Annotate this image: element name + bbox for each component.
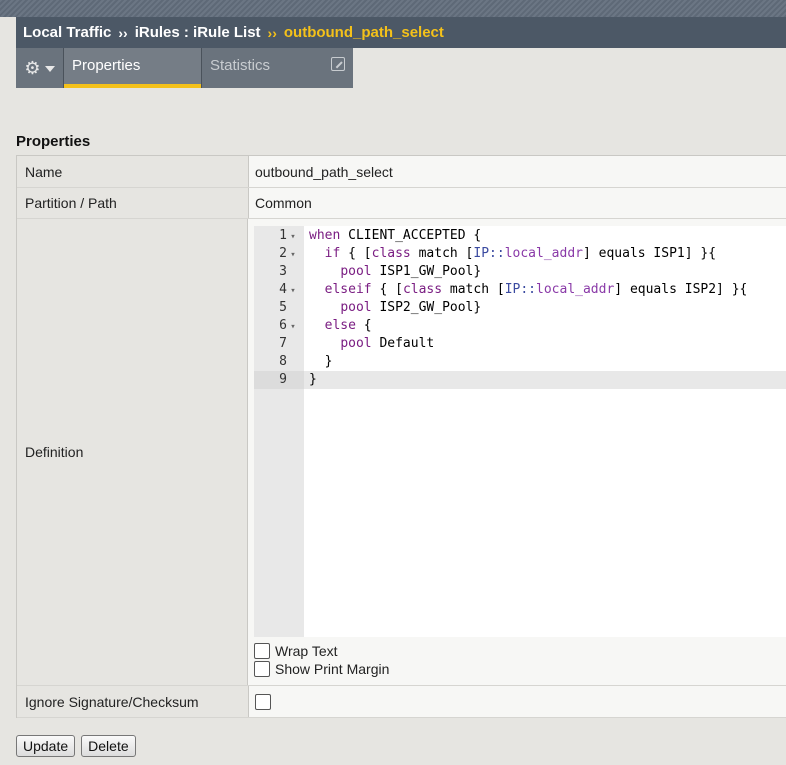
line-number: 7: [279, 336, 287, 351]
properties-table: Name outbound_path_select Partition / Pa…: [16, 155, 786, 718]
wrap-text-label: Wrap Text: [275, 643, 338, 659]
tab-statistics-label: Statistics: [210, 57, 271, 74]
tab-properties-label: Properties: [72, 57, 141, 74]
code-line[interactable]: pool ISP2_GW_Pool}: [304, 299, 786, 317]
update-button[interactable]: Update: [16, 735, 76, 757]
code-line[interactable]: when CLIENT_ACCEPTED {: [304, 227, 786, 245]
breadcrumb-separator: ››: [118, 24, 128, 41]
partition-label: Partition / Path: [17, 188, 249, 218]
code-editor[interactable]: 1 ▾ 2 ▾ 3 4 ▾ 5 6 ▾ 7 8 9 when CLIENT_ACCEPTED { if …: [254, 226, 786, 637]
table-row: Partition / Path Common: [17, 188, 786, 219]
code-line[interactable]: pool Default: [304, 335, 786, 353]
action-buttons: Update Delete: [16, 735, 136, 757]
line-number: 5: [279, 300, 287, 315]
name-label: Name: [17, 156, 249, 187]
fold-toggle-icon[interactable]: ▾: [288, 246, 298, 264]
chevron-down-icon: [44, 66, 55, 72]
fold-toggle-icon[interactable]: ▾: [288, 228, 298, 246]
definition-label: Definition: [17, 219, 248, 685]
table-row: Definition 1 ▾ 2 ▾ 3 4 ▾ 5 6 ▾ 7 8 9 when CLIENT_ACC…: [17, 219, 786, 686]
definition-value: 1 ▾ 2 ▾ 3 4 ▾ 5 6 ▾ 7 8 9 when CLIENT_ACCEPTED { if …: [248, 219, 786, 685]
settings-menu-button[interactable]: ⚙: [16, 48, 64, 88]
ignore-signature-checkbox[interactable]: [255, 693, 271, 710]
line-number: 9: [254, 371, 304, 389]
breadcrumb-current: outbound_path_select: [283, 24, 444, 41]
table-row: Name outbound_path_select: [17, 156, 786, 188]
breadcrumb-section[interactable]: Local Traffic: [23, 24, 111, 41]
top-stripe: [0, 0, 786, 17]
code-line[interactable]: elseif { [class match [IP::local_addr] e…: [304, 281, 786, 299]
line-number: 2 ▾: [254, 245, 304, 263]
code-line[interactable]: else {: [304, 317, 786, 335]
line-number: 4 ▾: [254, 281, 304, 299]
code-line[interactable]: if { [class match [IP::local_addr] equal…: [304, 245, 786, 263]
delete-button[interactable]: Delete: [81, 735, 136, 757]
editor-options: Wrap Text Show Print Margin: [254, 642, 786, 678]
popout-icon[interactable]: [331, 57, 345, 71]
ignore-signature-value: [249, 686, 786, 717]
name-value: outbound_path_select: [249, 156, 786, 187]
code-line[interactable]: }: [304, 371, 786, 389]
line-number: 3: [279, 264, 287, 279]
line-number: 6 ▾: [254, 317, 304, 335]
breadcrumb: Local Traffic ›› iRules : iRule List ›› …: [16, 17, 786, 48]
editor-code[interactable]: when CLIENT_ACCEPTED { if { [class match…: [304, 226, 786, 637]
section-title: Properties: [16, 133, 91, 150]
breadcrumb-parent[interactable]: iRules : iRule List: [135, 24, 261, 41]
gear-icon: ⚙: [24, 58, 41, 78]
fold-toggle-icon[interactable]: ▾: [288, 318, 298, 336]
table-row: Ignore Signature/Checksum: [17, 686, 786, 718]
wrap-text-option[interactable]: Wrap Text: [254, 642, 786, 660]
code-line[interactable]: pool ISP1_GW_Pool}: [304, 263, 786, 281]
editor-gutter: 1 ▾ 2 ▾ 3 4 ▾ 5 6 ▾ 7 8 9: [254, 226, 304, 637]
print-margin-label: Show Print Margin: [275, 661, 390, 677]
fold-toggle-icon[interactable]: ▾: [288, 282, 298, 300]
ignore-signature-label: Ignore Signature/Checksum: [17, 686, 249, 717]
tab-properties[interactable]: Properties: [64, 48, 201, 88]
wrap-text-checkbox[interactable]: [254, 643, 270, 659]
breadcrumb-separator: ››: [267, 24, 277, 41]
partition-value: Common: [249, 188, 786, 218]
print-margin-option[interactable]: Show Print Margin: [254, 660, 786, 678]
tab-statistics[interactable]: Statistics: [201, 48, 353, 88]
print-margin-checkbox[interactable]: [254, 661, 270, 677]
line-number: 1 ▾: [254, 227, 304, 245]
code-line[interactable]: }: [304, 353, 786, 371]
tab-bar: ⚙ Properties Statistics: [16, 48, 353, 88]
line-number: 8: [279, 354, 287, 369]
